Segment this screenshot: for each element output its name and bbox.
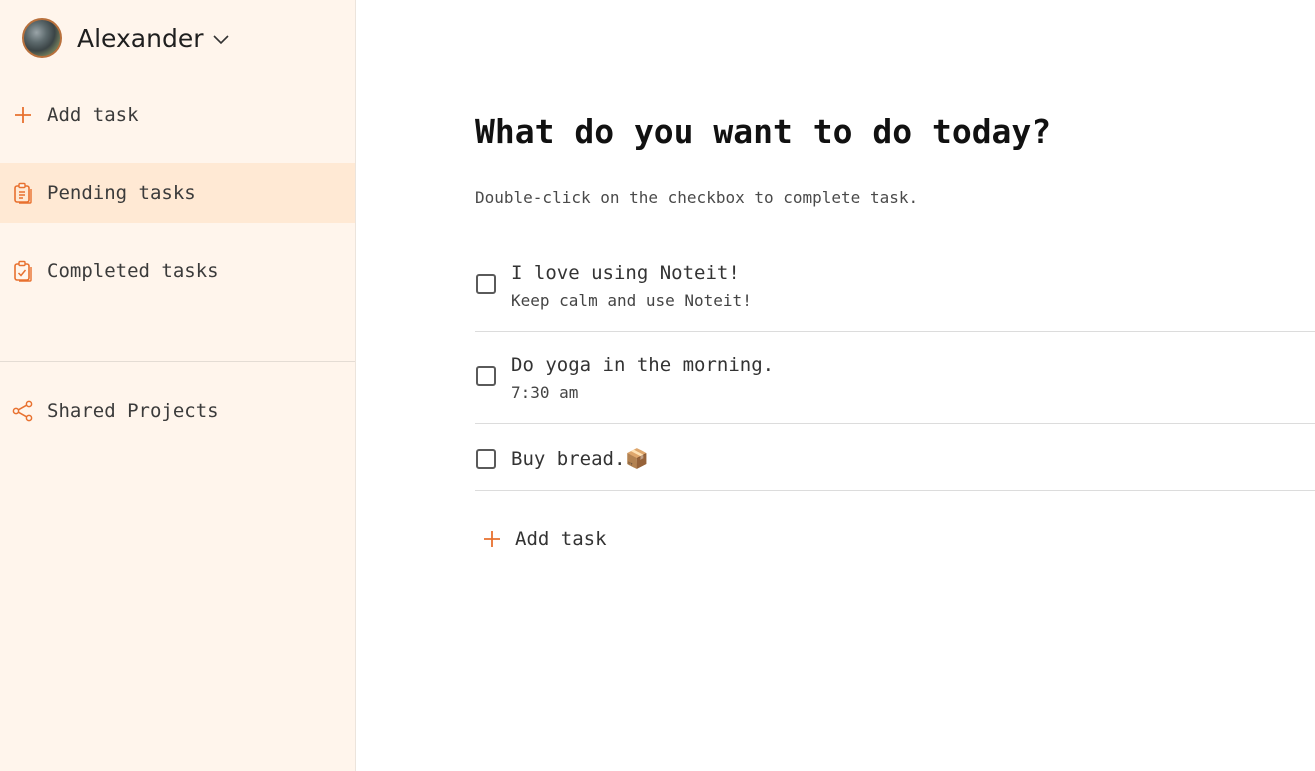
user-name: Alexander (77, 23, 204, 53)
sidebar-item-add-task[interactable]: Add task (0, 85, 355, 145)
avatar (22, 18, 62, 58)
add-task-button[interactable]: Add task (483, 523, 607, 555)
plus-icon (483, 530, 501, 548)
sidebar-item-label: Add task (47, 104, 139, 126)
plus-icon (12, 104, 34, 126)
task-description: Keep calm and use Noteit! (511, 291, 752, 310)
hint-text: Double-click on the checkbox to complete… (475, 188, 919, 207)
task-title: Buy bread.📦 (511, 448, 650, 470)
task-checkbox[interactable] (476, 366, 496, 386)
share-icon (12, 400, 34, 422)
task-item: I love using Noteit! Keep calm and use N… (475, 246, 1315, 332)
page-title: What do you want to do today? (475, 112, 1052, 151)
sidebar-item-label: Pending tasks (47, 182, 196, 204)
sidebar-item-pending-tasks[interactable]: Pending tasks (0, 163, 355, 223)
task-list: I love using Noteit! Keep calm and use N… (475, 246, 1315, 491)
task-item: Do yoga in the morning. 7:30 am (475, 338, 1315, 424)
sidebar-item-shared-projects[interactable]: Shared Projects (0, 381, 355, 441)
task-checkbox[interactable] (476, 274, 496, 294)
user-menu[interactable]: Alexander (22, 16, 230, 60)
task-title: I love using Noteit! (511, 262, 740, 284)
task-checkbox[interactable] (476, 449, 496, 469)
chevron-down-icon (213, 30, 230, 49)
task-item: Buy bread.📦 (475, 430, 1315, 491)
add-task-label: Add task (515, 528, 607, 550)
sidebar: Alexander Add task Pending tasks Complet… (0, 0, 356, 771)
sidebar-item-completed-tasks[interactable]: Completed tasks (0, 241, 355, 301)
clipboard-list-icon (12, 182, 34, 204)
sidebar-item-label: Completed tasks (47, 260, 219, 282)
main-content: What do you want to do today? Double-cli… (356, 0, 1315, 771)
task-title: Do yoga in the morning. (511, 354, 775, 376)
task-description: 7:30 am (511, 383, 579, 402)
sidebar-item-label: Shared Projects (47, 400, 219, 422)
clipboard-check-icon (12, 260, 34, 282)
sidebar-divider (0, 361, 355, 362)
